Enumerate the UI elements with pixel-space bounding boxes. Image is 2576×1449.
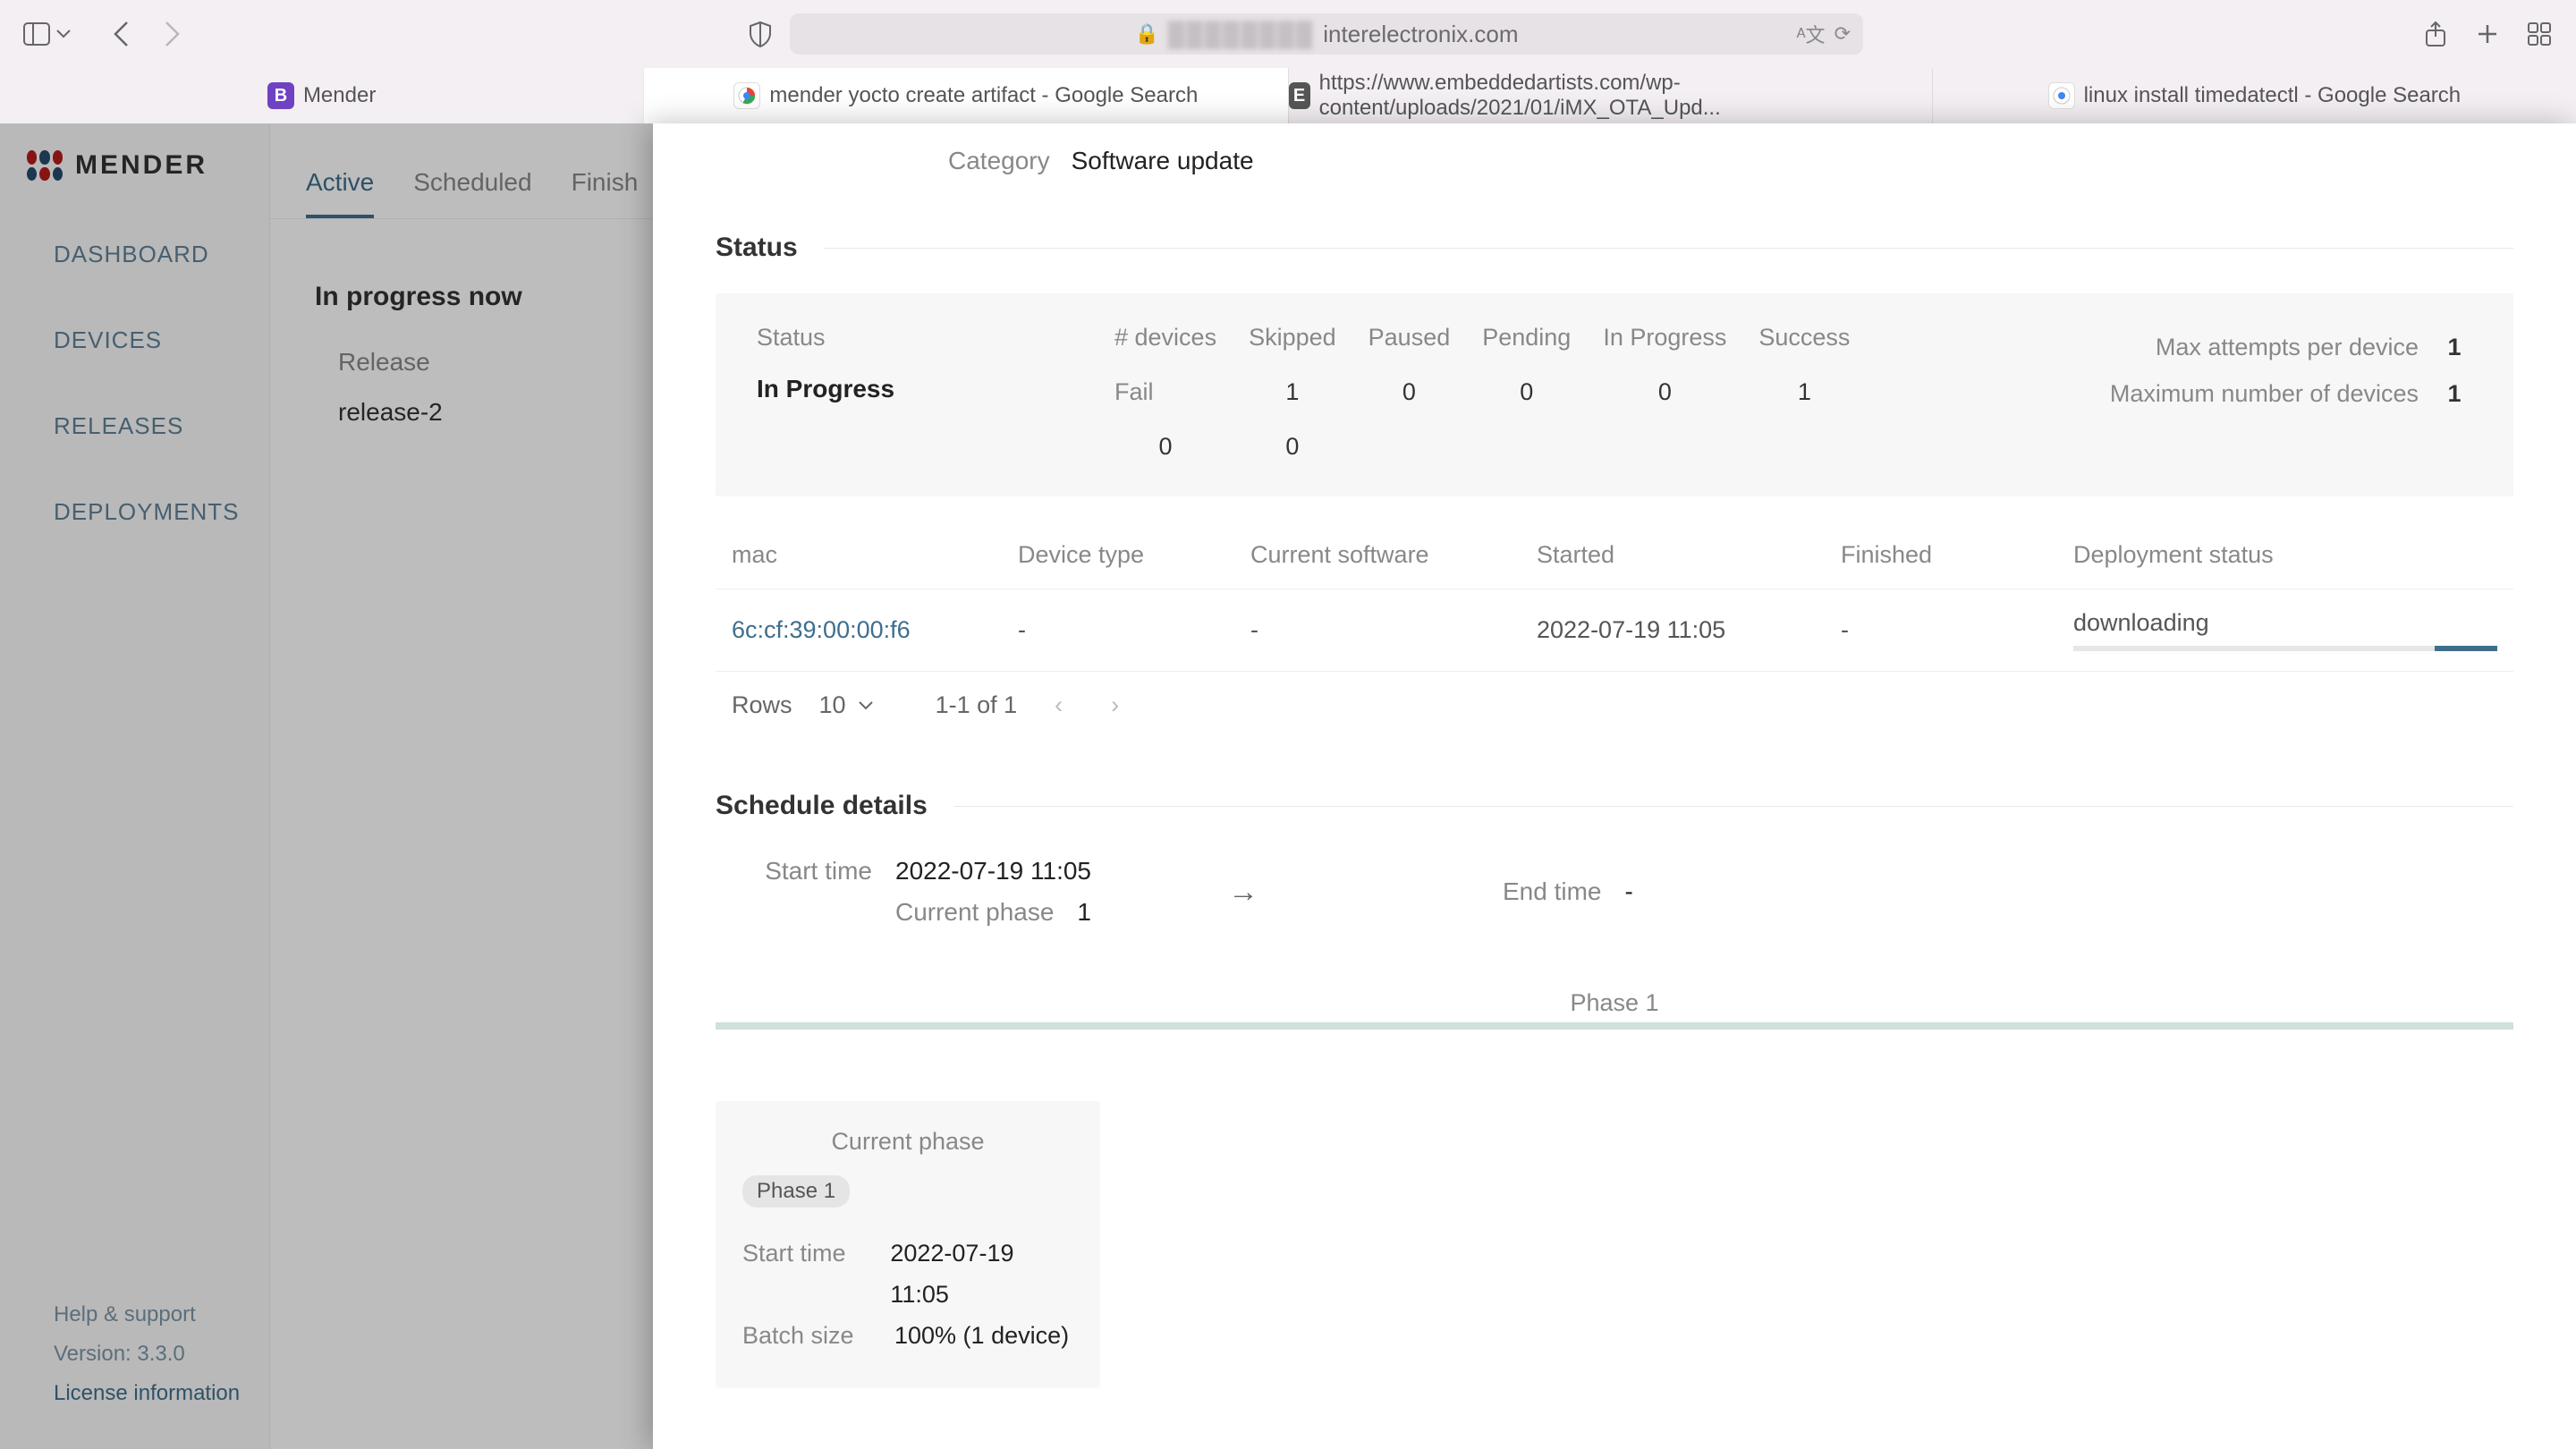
browser-tab-0[interactable]: BMender <box>0 68 643 123</box>
devices-table: mac Device type Current software Started… <box>716 521 2513 672</box>
favicon-g-icon <box>733 82 760 109</box>
nav-devices[interactable]: DEVICES <box>0 297 269 383</box>
favicon-e-icon: E <box>1289 82 1310 109</box>
phase-chip: Phase 1 <box>742 1175 850 1208</box>
app-logo[interactable]: MENDER <box>0 145 269 211</box>
current-phase-card: Current phase Phase 1 Start time2022-07-… <box>716 1101 1100 1388</box>
new-tab-icon[interactable] <box>2472 19 2503 49</box>
sidebar-footer: Help & support Version: 3.3.0 License in… <box>0 1295 269 1449</box>
nav-dashboard[interactable]: DASHBOARD <box>0 211 269 297</box>
release-value: release-2 <box>270 398 655 427</box>
category-value: Software update <box>1072 147 1254 175</box>
phase-track: Phase 1 <box>716 989 2513 1030</box>
sidebar-toggle-icon[interactable] <box>21 19 52 49</box>
table-pager: Rows 10 1-1 of 1 ‹ › <box>732 691 2513 719</box>
favicon-b-icon: B <box>267 82 294 109</box>
subtab-finished[interactable]: Finish <box>572 159 639 218</box>
rows-per-page-select[interactable]: 10 <box>819 691 873 719</box>
favicon-g-icon <box>2048 82 2075 109</box>
deployment-status-cell: downloading <box>2073 609 2497 651</box>
back-icon[interactable] <box>106 19 136 49</box>
status-value: In Progress <box>757 375 1114 403</box>
forward-icon[interactable] <box>157 19 188 49</box>
in-progress-heading: In progress now <box>270 219 655 348</box>
safari-toolbar: 🔒 ████████ interelectronix.com ᴬ文 ⟳ <box>0 0 2576 68</box>
status-counts: # devices Skipped Paused Pending In Prog… <box>1114 324 2043 461</box>
url-blurred: ████████ <box>1168 21 1314 48</box>
shield-icon[interactable] <box>745 19 775 49</box>
category-label: Category <box>948 147 1050 175</box>
share-icon[interactable] <box>2420 19 2451 49</box>
help-support-link[interactable]: Help & support <box>54 1295 269 1335</box>
device-mac-link[interactable]: 6c:cf:39:00:00:f6 <box>732 616 1018 644</box>
webapp-area: MENDER DASHBOARD DEVICES RELEASES DEPLOY… <box>0 123 2576 1449</box>
nav-deployments[interactable]: DEPLOYMENTS <box>0 469 269 555</box>
logo-mark-icon <box>27 150 63 181</box>
schedule-title: Schedule details <box>716 791 928 821</box>
version-text: Version: 3.3.0 <box>54 1335 269 1374</box>
deployments-column: Active Scheduled Finish In progress now … <box>270 123 655 1449</box>
chevron-down-icon[interactable] <box>48 19 79 49</box>
status-key: Status <box>757 324 1114 352</box>
url-domain: interelectronix.com <box>1323 21 1518 48</box>
progress-bar <box>2073 646 2497 651</box>
release-label: Release <box>270 348 655 398</box>
app-sidebar: MENDER DASHBOARD DEVICES RELEASES DEPLOY… <box>0 123 270 1449</box>
status-box: Status In Progress # devices Skipped Pau… <box>716 293 2513 496</box>
deployment-detail-drawer: Category Software update Status Status I… <box>653 123 2576 1449</box>
lock-icon: 🔒 <box>1135 22 1159 46</box>
chevron-down-icon <box>859 701 873 710</box>
nav-releases[interactable]: RELEASES <box>0 383 269 469</box>
table-row[interactable]: 6c:cf:39:00:00:f6 - - 2022-07-19 11:05 -… <box>716 589 2513 672</box>
browser-tab-1[interactable]: mender yocto create artifact - Google Se… <box>643 68 1287 123</box>
status-section-title: Status <box>716 233 798 263</box>
pager-next-icon[interactable]: › <box>1100 691 1130 719</box>
license-link[interactable]: License information <box>54 1374 269 1413</box>
url-bar[interactable]: 🔒 ████████ interelectronix.com ᴬ文 ⟳ <box>790 13 1863 55</box>
subtab-active[interactable]: Active <box>306 159 374 218</box>
browser-tab-3[interactable]: linux install timedatectl - Google Searc… <box>1932 68 2576 123</box>
arrow-right-icon: → <box>1145 875 1342 910</box>
translate-icon[interactable]: ᴬ文 <box>1797 20 1826 48</box>
reload-icon[interactable]: ⟳ <box>1835 22 1851 46</box>
tab-overview-icon[interactable] <box>2524 19 2555 49</box>
tab-strip: BMender mender yocto create artifact - G… <box>0 68 2576 123</box>
subtab-scheduled[interactable]: Scheduled <box>413 159 531 218</box>
browser-tab-2[interactable]: Ehttps://www.embeddedartists.com/wp-cont… <box>1288 68 1932 123</box>
pager-prev-icon[interactable]: ‹ <box>1044 691 1073 719</box>
